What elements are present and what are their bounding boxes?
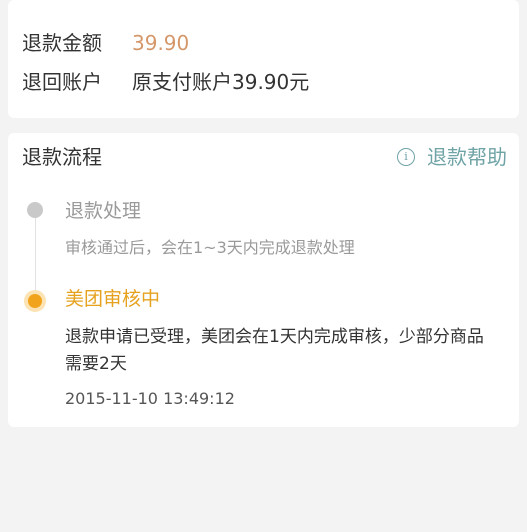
- step-refund-processing-title: 退款处理: [65, 200, 142, 222]
- refund-help-label: 退款帮助: [427, 145, 507, 169]
- timeline-connector: [35, 211, 36, 297]
- refund-help-link[interactable]: i 退款帮助: [397, 145, 507, 169]
- step-meituan-review-time: 2015-11-10 13:49:12: [65, 389, 235, 408]
- step-pending-dot: [27, 202, 43, 218]
- refund-amount-row: 退款金额 39.90: [22, 31, 189, 55]
- refund-summary-card: 退款金额 39.90 退回账户 原支付账户39.90元: [8, 0, 519, 118]
- step-refund-processing-desc: 审核通过后，会在1~3天内完成退款处理: [65, 238, 355, 257]
- refund-flow-card: 退款流程 i 退款帮助 退款处理 审核通过后，会在1~3天内完成退款处理 美团审…: [8, 133, 519, 427]
- refund-amount-label: 退款金额: [22, 31, 102, 55]
- info-circle-icon: i: [397, 148, 415, 166]
- refund-account-row: 退回账户 原支付账户39.90元: [22, 70, 309, 94]
- step-meituan-review-title: 美团审核中: [65, 288, 161, 310]
- step-active-dot: [24, 290, 46, 312]
- refund-account-label: 退回账户: [22, 70, 102, 94]
- refund-account-value: 原支付账户39.90元: [132, 70, 310, 94]
- refund-amount-value: 39.90: [132, 31, 190, 55]
- step-meituan-review-desc: 退款申请已受理，美团会在1天内完成审核，少部分商品需要2天: [65, 327, 484, 374]
- refund-flow-title: 退款流程: [22, 145, 102, 169]
